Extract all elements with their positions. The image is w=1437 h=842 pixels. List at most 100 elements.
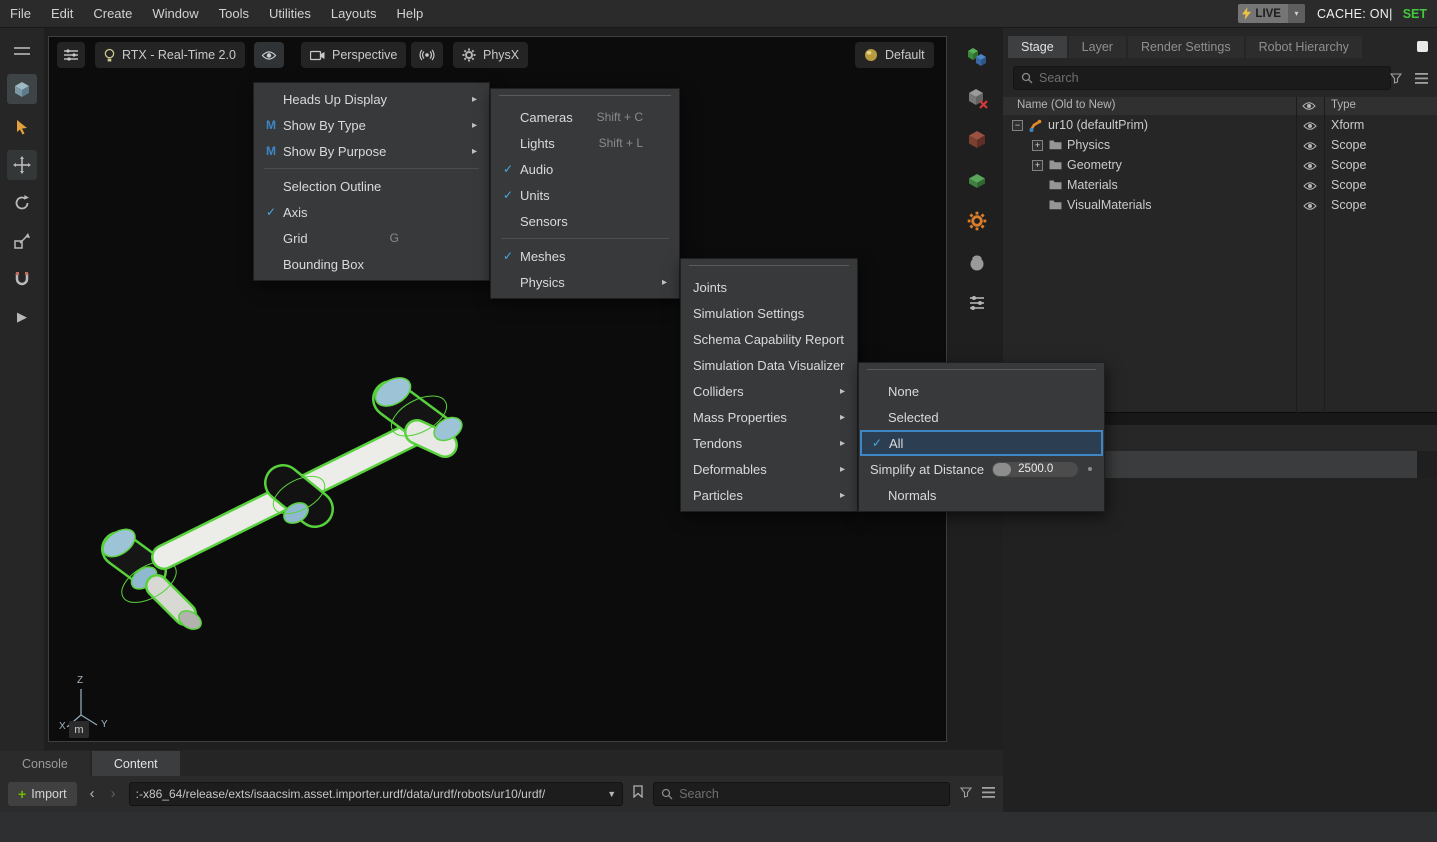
panel-options-icon[interactable] — [1417, 41, 1428, 52]
toolbar-grip-icon[interactable] — [7, 36, 37, 66]
cursor-select-icon[interactable] — [7, 112, 37, 142]
visibility-eye-icon[interactable] — [1303, 160, 1317, 174]
simplify-distance-slider[interactable]: 2500.0 — [992, 462, 1078, 477]
physics-inspector-sliders-icon[interactable] — [960, 286, 994, 320]
physx-button[interactable]: PhysX — [453, 42, 528, 68]
visibility-eye-icon[interactable] — [1303, 140, 1317, 154]
tab-render-settings[interactable]: Render Settings — [1128, 36, 1244, 58]
move-tool-icon[interactable] — [7, 150, 37, 180]
menu-item-mass-properties[interactable]: Mass Properties ▸ — [681, 404, 857, 430]
menu-utilities[interactable]: Utilities — [259, 0, 321, 28]
snap-tool-icon[interactable] — [7, 264, 37, 294]
menu-item-axis[interactable]: ✓ Axis — [254, 199, 489, 225]
menu-item-show-by-purpose[interactable]: M Show By Purpose ▸ — [254, 138, 489, 164]
forward-button[interactable]: › — [108, 782, 119, 806]
menu-item-simulation-settings[interactable]: Simulation Settings — [681, 300, 857, 326]
tab-layer[interactable]: Layer — [1069, 36, 1126, 58]
path-field[interactable]: ▼ — [129, 782, 624, 806]
live-sync-button[interactable]: LIVE — [1238, 4, 1288, 23]
menu-item-normals[interactable]: Normals — [859, 482, 1104, 508]
menu-item-simulation-data-visualizer[interactable]: Simulation Data Visualizer — [681, 352, 857, 378]
content-search-input[interactable] — [679, 787, 942, 801]
visibility-eye-icon[interactable] — [1303, 180, 1317, 194]
set-button[interactable]: SET — [1403, 7, 1427, 21]
path-dropdown-icon[interactable]: ▼ — [607, 789, 616, 799]
menu-item-lights[interactable]: Lights Shift + L — [491, 130, 679, 156]
play-button[interactable]: ▶ — [7, 302, 37, 332]
menu-item-colliders-none[interactable]: None — [859, 378, 1104, 404]
stage-row-geometry[interactable]: + Geometry Scope — [1003, 155, 1437, 175]
content-list-options-icon[interactable] — [982, 785, 995, 803]
tab-robot-hierarchy[interactable]: Robot Hierarchy — [1246, 36, 1362, 58]
menu-item-units[interactable]: ✓ Units — [491, 182, 679, 208]
stage-row-physics[interactable]: + Physics Scope — [1003, 135, 1437, 155]
collapse-icon[interactable]: − — [1012, 120, 1023, 131]
menu-item-schema-capability-report[interactable]: Schema Capability Report — [681, 326, 857, 352]
content-search-box[interactable] — [653, 782, 950, 806]
visibility-eye-icon[interactable] — [1303, 120, 1317, 134]
physics-settings-gear-icon[interactable] — [960, 204, 994, 238]
mass-weight-icon[interactable] — [960, 245, 994, 279]
back-button[interactable]: ‹ — [87, 782, 98, 806]
name-column-header[interactable]: Name (Old to New) — [1017, 99, 1115, 111]
visibility-menu-button[interactable] — [254, 42, 284, 68]
expand-icon[interactable]: + — [1032, 160, 1043, 171]
menu-item-heads-up-display[interactable]: Heads Up Display ▸ — [254, 86, 489, 112]
stage-search-box[interactable] — [1013, 66, 1391, 90]
menu-help[interactable]: Help — [386, 0, 433, 28]
menu-edit[interactable]: Edit — [41, 0, 83, 28]
bookmark-icon[interactable] — [633, 785, 643, 803]
visibility-eye-icon[interactable] — [1303, 200, 1317, 214]
stage-search-input[interactable] — [1039, 71, 1383, 85]
path-input[interactable] — [136, 787, 602, 801]
reset-value-dot[interactable] — [1088, 467, 1092, 471]
scale-tool-icon[interactable] — [7, 226, 37, 256]
expand-icon[interactable]: + — [1032, 140, 1043, 151]
menu-item-audio[interactable]: ✓ Audio — [491, 156, 679, 182]
tab-stage[interactable]: Stage — [1008, 36, 1067, 58]
import-button[interactable]: + Import — [8, 782, 77, 806]
menu-item-grid[interactable]: Grid G — [254, 225, 489, 251]
menu-item-colliders-all[interactable]: ✓ All — [860, 430, 1103, 456]
select-mode-cube-icon[interactable] — [7, 74, 37, 104]
type-column-header[interactable]: Type — [1331, 99, 1356, 111]
tab-console[interactable]: Console — [0, 751, 90, 776]
menu-item-physics[interactable]: Physics ▸ — [491, 269, 679, 295]
stage-row-materials[interactable]: Materials Scope — [1003, 175, 1437, 195]
menu-item-tendons[interactable]: Tendons ▸ — [681, 430, 857, 456]
menu-item-joints[interactable]: Joints — [681, 274, 857, 300]
filter-icon[interactable] — [1390, 71, 1402, 89]
content-filter-icon[interactable] — [960, 785, 972, 803]
camera-menu-button[interactable]: Perspective — [301, 42, 406, 68]
list-options-icon[interactable] — [1415, 71, 1428, 89]
menu-tools[interactable]: Tools — [209, 0, 259, 28]
slider-knob[interactable] — [993, 463, 1011, 476]
ground-plane-cube-icon[interactable] — [960, 163, 994, 197]
lighting-menu-button[interactable]: Default — [855, 42, 934, 68]
menu-item-deformables[interactable]: Deformables ▸ — [681, 456, 857, 482]
menu-item-selection-outline[interactable]: Selection Outline — [254, 173, 489, 199]
stage-cubes-icon[interactable] — [960, 40, 994, 74]
visibility-column-eye-icon[interactable] — [1302, 101, 1316, 114]
menu-item-cameras[interactable]: Cameras Shift + C — [491, 104, 679, 130]
renderer-button[interactable]: RTX - Real-Time 2.0 — [95, 42, 245, 68]
menu-item-colliders[interactable]: Colliders ▸ — [681, 378, 857, 404]
viewport-settings-button[interactable] — [57, 42, 85, 68]
menu-window[interactable]: Window — [142, 0, 208, 28]
rotate-tool-icon[interactable] — [7, 188, 37, 218]
menu-create[interactable]: Create — [83, 0, 142, 28]
audio-button[interactable] — [411, 42, 443, 68]
menu-item-show-by-type[interactable]: M Show By Type ▸ — [254, 112, 489, 138]
rigid-body-cube-icon[interactable] — [960, 122, 994, 156]
delete-cube-icon[interactable] — [960, 81, 994, 115]
stage-row-visualmaterials[interactable]: VisualMaterials Scope — [1003, 195, 1437, 215]
menu-item-bounding-box[interactable]: Bounding Box — [254, 251, 489, 277]
live-dropdown-button[interactable]: ▾ — [1288, 4, 1305, 23]
tab-content[interactable]: Content — [92, 751, 180, 776]
menu-file[interactable]: File — [0, 0, 41, 28]
menu-item-particles[interactable]: Particles ▸ — [681, 482, 857, 508]
stage-row-ur10[interactable]: − ur10 (defaultPrim) Xform — [1003, 115, 1437, 135]
menu-item-colliders-selected[interactable]: Selected — [859, 404, 1104, 430]
menu-layouts[interactable]: Layouts — [321, 0, 387, 28]
menu-item-simplify-at-distance[interactable]: Simplify at Distance 2500.0 — [859, 456, 1104, 482]
